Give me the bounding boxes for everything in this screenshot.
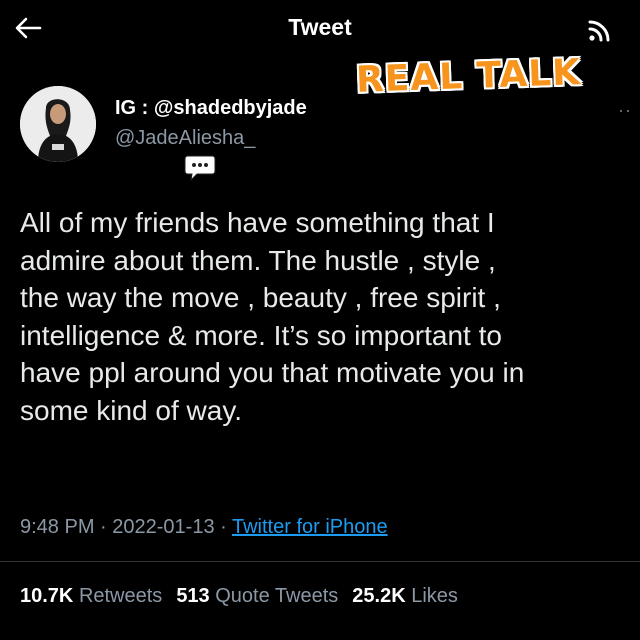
author-display-name[interactable]: IG : @shadedbyjade <box>115 97 307 120</box>
divider <box>0 561 640 562</box>
likes-label: Likes <box>411 585 458 607</box>
meta-separator: · <box>94 516 113 538</box>
page-title: Tweet <box>288 14 352 40</box>
likes-stat[interactable]: 25.2K Likes <box>352 585 458 607</box>
tweet-source-link[interactable]: Twitter for iPhone <box>232 516 388 538</box>
tweet-text: All of my friends have something that I … <box>20 207 525 426</box>
more-icon[interactable]: ·· <box>618 100 632 121</box>
retweets-label: Retweets <box>78 585 163 607</box>
tweet-time: 9:48 PM <box>20 516 95 538</box>
tweet-meta: 9:48 PM · 2022-01-13 · Twitter for iPhon… <box>20 516 388 539</box>
avatar[interactable] <box>20 86 96 162</box>
author-handle[interactable]: @JadeAliesha_ <box>115 127 255 150</box>
meta-separator: · <box>214 516 232 538</box>
header-bar: Tweet <box>0 0 640 58</box>
real-talk-badge: REAL TALK <box>355 52 582 101</box>
avatar-image <box>20 86 96 162</box>
wifi-icon <box>588 20 610 42</box>
quotes-label: Quote Tweets <box>215 585 339 607</box>
quotes-count: 513 <box>176 585 210 607</box>
quote-tweets-stat[interactable]: 513 Quote Tweets <box>176 585 338 607</box>
retweets-stat[interactable]: 10.7K Retweets <box>20 585 162 607</box>
retweets-count: 10.7K <box>20 585 74 607</box>
tweet-stats: 10.7K Retweets 513 Quote Tweets 25.2K Like… <box>20 585 472 608</box>
speech-bubble-icon <box>184 155 216 182</box>
likes-count: 25.2K <box>352 585 406 607</box>
tweet-date[interactable]: 2022-01-13 <box>112 516 214 538</box>
